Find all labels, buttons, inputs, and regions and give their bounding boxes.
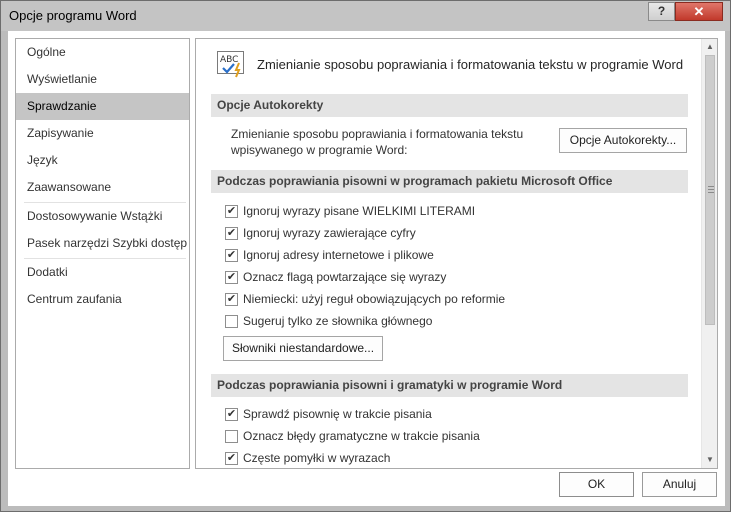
panel-title: Zmienianie sposobu poprawiania i formato… <box>257 57 684 72</box>
section-autocorrect-header: Opcje Autokorekty <box>211 94 688 117</box>
dialog-body: Ogólne Wyświetlanie Sprawdzanie Zapisywa… <box>8 31 725 506</box>
abc-check-icon: ABC <box>217 51 244 78</box>
nav-item-pasek-szybki-dostep[interactable]: Pasek narzędzi Szybki dostęp <box>16 230 189 257</box>
option-label: Sugeruj tylko ze słownika głównego <box>243 314 433 328</box>
close-button[interactable]: ✕ <box>675 2 723 21</box>
nav-item-ogolne[interactable]: Ogólne <box>16 39 189 66</box>
option-label: Sprawdź pisownię w trakcie pisania <box>243 407 432 421</box>
category-nav: Ogólne Wyświetlanie Sprawdzanie Zapisywa… <box>15 38 190 469</box>
scroll-up-icon[interactable]: ▲ <box>705 42 715 52</box>
option-label: Oznacz błędy gramatyczne w trakcie pisan… <box>243 429 480 443</box>
window-title: Opcje programu Word <box>9 8 137 23</box>
help-button[interactable]: ? <box>648 2 675 21</box>
option-label: Ignoruj wyrazy pisane WIELKIMI LITERAMI <box>243 204 476 218</box>
nav-item-zapisywanie[interactable]: Zapisywanie <box>16 120 189 147</box>
grip-line <box>708 189 714 190</box>
section-word-spelling-header: Podczas poprawiania pisowni i gramatyki … <box>211 374 688 397</box>
custom-dictionaries-button[interactable]: Słowniki niestandardowe... <box>223 336 383 361</box>
checkbox[interactable]: ✔ <box>225 271 238 284</box>
option-label: Częste pomyłki w wyrazach <box>243 451 391 465</box>
title-bar[interactable]: Opcje programu Word ? ✕ <box>1 1 730 31</box>
autocorrect-options-button[interactable]: Opcje Autokorekty... <box>559 128 687 153</box>
option-label: Ignoruj wyrazy zawierające cyfry <box>243 226 416 240</box>
nav-item-jezyk[interactable]: Język <box>16 147 189 174</box>
nav-item-sprawdzanie[interactable]: Sprawdzanie <box>16 93 189 120</box>
option-label: Oznacz flagą powtarzające się wyrazy <box>243 270 447 284</box>
checkbox[interactable]: ✔ <box>225 452 238 465</box>
grip-line <box>708 192 714 193</box>
option-label: Niemiecki: użyj reguł obowiązujących po … <box>243 292 506 306</box>
autocorrect-description-line2: wpisywanego w programie Word: <box>231 143 408 157</box>
scroll-down-icon[interactable]: ▼ <box>705 455 715 465</box>
nav-item-centrum-zaufania[interactable]: Centrum zaufania <box>16 286 189 313</box>
option-label: Ignoruj adresy internetowe i plikowe <box>243 248 434 262</box>
options-dialog: Opcje programu Word ? ✕ Ogólne Wyświetla… <box>0 0 731 512</box>
section-office-spelling-header: Podczas poprawiania pisowni w programach… <box>211 170 688 193</box>
checkbox[interactable]: ✔ <box>225 227 238 240</box>
nav-item-dodatki[interactable]: Dodatki <box>16 259 189 286</box>
checkbox[interactable] <box>225 315 238 328</box>
ok-button[interactable]: OK <box>559 472 634 497</box>
proofing-settings-panel[interactable]: ABC Zmienianie sposobu poprawiania i for… <box>195 38 718 469</box>
checkbox[interactable]: ✔ <box>225 205 238 218</box>
nav-item-dostosowywanie-wstazki[interactable]: Dostosowywanie Wstążki <box>16 203 189 230</box>
vertical-scrollbar[interactable]: ▲ ▼ <box>701 39 717 468</box>
autocorrect-description-line1: Zmienianie sposobu poprawiania i formato… <box>231 127 524 141</box>
svg-text:ABC: ABC <box>220 55 238 65</box>
nav-item-wyswietlanie[interactable]: Wyświetlanie <box>16 66 189 93</box>
grip-line <box>708 186 714 187</box>
checkbox[interactable]: ✔ <box>225 249 238 262</box>
checkbox[interactable]: ✔ <box>225 408 238 421</box>
scroll-thumb[interactable] <box>705 55 715 325</box>
nav-item-zaawansowane[interactable]: Zaawansowane <box>16 174 189 201</box>
checkbox[interactable]: ✔ <box>225 293 238 306</box>
checkbox[interactable] <box>225 430 238 443</box>
cancel-button[interactable]: Anuluj <box>642 472 717 497</box>
